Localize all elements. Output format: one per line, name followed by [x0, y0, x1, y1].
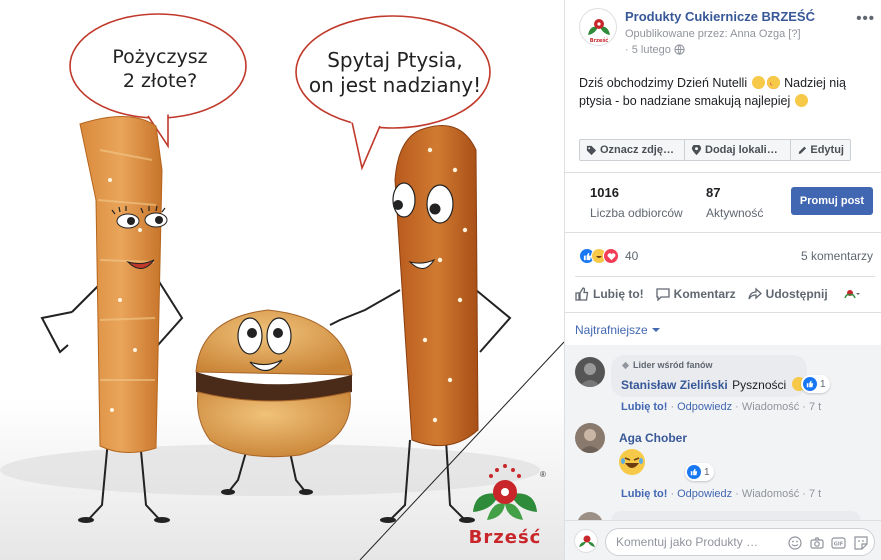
post-date[interactable]: · 5 lutego	[625, 44, 685, 58]
more-options-icon[interactable]: •••	[856, 10, 875, 27]
promote-post-button[interactable]: Promuj post	[791, 187, 873, 215]
engagement-stat: 87 Aktywność	[706, 185, 764, 220]
post-panel: Brześć Produkty Cukiernicze BRZEŚĆ Opubl…	[564, 0, 881, 560]
love-reaction-icon	[603, 248, 619, 264]
reach-stat: 1016 Liczba odbiorców	[590, 185, 683, 220]
commenter-avatar[interactable]	[575, 423, 605, 453]
camera-icon[interactable]	[809, 535, 824, 550]
like-reaction-icon	[803, 377, 817, 391]
globe-icon	[674, 44, 685, 58]
comment-sort-dropdown[interactable]: Najtrafniejsze	[575, 323, 660, 337]
comments-list: Lider wśród fanów Stanisław Zieliński Py…	[565, 345, 881, 538]
tag-photo-button[interactable]: Oznacz zdję…	[580, 140, 685, 160]
comment-composer: GIF	[565, 520, 881, 560]
comment-time[interactable]: 7 t	[809, 401, 821, 413]
speech-bubble-right-text: Spytaj Ptysia, on jest nadziany!	[308, 48, 482, 97]
like-button[interactable]: Lubię to!	[575, 287, 644, 301]
post-image[interactable]: Pożyczysz 2 złote? Spytaj Ptysia, on jes…	[0, 0, 564, 560]
diamond-icon	[621, 361, 630, 369]
share-button[interactable]: Udostępnij	[748, 287, 828, 301]
commenter-avatar[interactable]	[575, 357, 605, 387]
comment-count-link[interactable]: 5 komentarzy	[801, 249, 873, 263]
top-fan-badge[interactable]: Lider wśród fanów	[621, 360, 713, 370]
comment-time[interactable]: 7 t	[809, 488, 821, 500]
post-actions: Lubię to! Komentarz Udostępnij	[575, 284, 875, 304]
emoji-icon[interactable]	[787, 535, 802, 550]
comment-message-link[interactable]: Wiadomość	[742, 488, 799, 500]
registered-mark: ®	[540, 470, 546, 479]
comment-reply-link[interactable]: Odpowiedz	[677, 488, 732, 500]
comment-like-link[interactable]: Lubię to!	[621, 488, 667, 500]
page-name-link[interactable]: Produkty Cukiernicze BRZEŚĆ	[625, 9, 815, 24]
comment-content: Stanisław Zieliński Pyszności	[621, 376, 807, 394]
pencil-icon	[798, 146, 807, 154]
heart-eyes-icon	[766, 76, 780, 89]
speech-bubble-left-text: Pożyczysz 2 złote?	[112, 46, 208, 92]
tag-icon	[586, 145, 597, 155]
gif-icon[interactable]: GIF	[831, 535, 846, 550]
brand-logo-text: Brześć	[468, 527, 542, 548]
comment-author-link[interactable]: Aga Chober	[619, 431, 687, 445]
page-avatar[interactable]: Brześć	[579, 8, 617, 46]
thumbs-up-icon	[575, 287, 589, 301]
comment-like-count[interactable]: 1	[801, 375, 830, 393]
comment-author-link[interactable]: Stanisław Zieliński	[621, 378, 728, 392]
caret-down-icon	[651, 328, 660, 332]
reactions-summary[interactable]: 40	[579, 247, 638, 265]
comment-meta: Lubię to! · Odpowiedz · Wiadomość · 7 t	[621, 488, 822, 500]
post-text: Dziś obchodzimy Dzień Nutelli Nadziej ni…	[579, 76, 846, 108]
comment-like-count[interactable]: 1	[685, 463, 714, 481]
comment-input[interactable]	[616, 535, 786, 549]
post-header: Brześć Produkty Cukiernicze BRZEŚĆ Opubl…	[579, 8, 875, 60]
laughing-emoji-sticker	[619, 449, 645, 475]
comment-text: Pyszności	[732, 378, 787, 392]
comment-reply-link[interactable]: Odpowiedz	[677, 401, 732, 413]
blushing-face-icon	[794, 94, 808, 107]
composer-tools: GIF	[780, 535, 868, 550]
page-logo-small-icon	[844, 290, 860, 299]
svg-text:Brześć: Brześć	[590, 37, 609, 44]
like-reaction-icon	[687, 465, 701, 479]
add-location-button[interactable]: Dodaj lokali…	[685, 140, 791, 160]
divider	[565, 172, 881, 173]
comment-input-box: GIF	[605, 528, 875, 556]
edit-post-button[interactable]: Edytuj	[791, 140, 850, 160]
comment-icon	[656, 288, 670, 301]
composer-avatar[interactable]	[574, 529, 598, 553]
divider	[565, 232, 881, 233]
divider	[565, 312, 881, 313]
svg-text:GIF: GIF	[834, 541, 843, 547]
byline-help[interactable]: [?]	[788, 28, 800, 40]
share-icon	[748, 287, 762, 300]
comment-button[interactable]: Komentarz	[656, 287, 736, 301]
smiling-face-icon	[751, 76, 765, 89]
sticker-icon[interactable]	[853, 535, 868, 550]
comment-like-link[interactable]: Lubię to!	[621, 401, 667, 413]
comment-message-link[interactable]: Wiadomość	[742, 401, 799, 413]
reaction-count: 40	[625, 249, 639, 263]
location-pin-icon	[691, 144, 702, 155]
post-as-selector[interactable]	[844, 287, 864, 301]
byline: Opublikowane przez: Anna Ozga [?]	[625, 28, 801, 40]
divider	[575, 276, 875, 277]
comment-bubble: Lider wśród fanów Stanisław Zieliński Py…	[611, 355, 807, 397]
post-tools-bar: Oznacz zdję… Dodaj lokali… Edytuj	[579, 139, 851, 161]
comment-meta: Lubię to! · Odpowiedz · Wiadomość · 7 t	[621, 401, 822, 413]
